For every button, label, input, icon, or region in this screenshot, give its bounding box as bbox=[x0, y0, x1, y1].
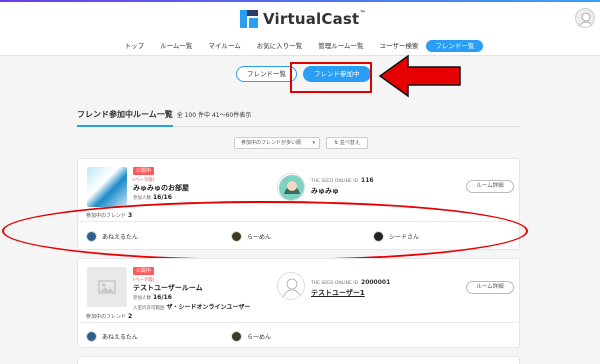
nav-item-my-room[interactable]: マイルーム bbox=[200, 40, 248, 52]
friend-item[interactable]: あねえるたん bbox=[86, 331, 138, 342]
sort-button[interactable]: ⇅ 並べ替え bbox=[326, 137, 368, 149]
user-avatar-icon[interactable] bbox=[575, 8, 595, 28]
room-name: テストユーザールーム bbox=[133, 284, 203, 292]
owner-avatar[interactable] bbox=[277, 272, 305, 300]
room-detail-button[interactable]: ルーム詳細 bbox=[466, 180, 514, 193]
header-accent-line bbox=[0, 0, 600, 2]
virtualcast-logo-icon bbox=[240, 10, 258, 28]
status-badge: 公開中 bbox=[133, 267, 155, 275]
nav-item-favorites[interactable]: お気に入り一覧 bbox=[249, 40, 311, 52]
section-title: フレンド参加中ルーム一覧全 100 件中 41〜60件表示 bbox=[77, 110, 252, 119]
owner-name[interactable]: テストユーザー1 bbox=[311, 288, 365, 298]
nav-item-friend-list[interactable]: フレンド一覧 bbox=[426, 39, 484, 52]
default-user-icon bbox=[282, 278, 302, 299]
room-detail-button[interactable]: ルーム詳細 bbox=[466, 281, 514, 294]
image-placeholder-icon bbox=[98, 280, 116, 294]
room-card: 公開中 (ベータ版) テストユーザールーム 参加人数 16/16 入室の許可範囲ザ… bbox=[77, 258, 521, 348]
nav-item-user-search[interactable]: ユーザー検索 bbox=[372, 40, 427, 52]
owner-id: THE SEED ONLINE ID 116 bbox=[311, 177, 374, 184]
friend-item[interactable]: らーめん bbox=[231, 331, 271, 342]
card-divider bbox=[78, 322, 521, 323]
tab-friend-list[interactable]: フレンド一覧 bbox=[236, 66, 297, 82]
owner-name[interactable]: みゅみゅ bbox=[311, 186, 339, 196]
room-capacity: 参加人数 16/16 bbox=[133, 194, 172, 201]
nav-item-top[interactable]: トップ bbox=[117, 40, 153, 52]
room-card bbox=[77, 356, 520, 364]
nav-item-room-list[interactable]: ルーム一覧 bbox=[152, 40, 200, 52]
room-name: みゅみゅのお部屋 bbox=[133, 184, 189, 192]
section-divider-accent bbox=[77, 125, 173, 127]
room-capacity: 参加人数 16/16 bbox=[133, 294, 172, 301]
status-badge: 公開中 bbox=[133, 167, 155, 175]
room-thumbnail[interactable] bbox=[87, 167, 127, 207]
annotation-arrow-icon bbox=[378, 54, 461, 98]
owner-avatar[interactable] bbox=[277, 173, 305, 201]
room-permission: 入室の許可範囲 ザ・シードオンラインユーザー bbox=[133, 304, 251, 311]
main-nav: トップ ルーム一覧 マイルーム お気に入り一覧 管理ルーム一覧 ユーザー検索 フ… bbox=[0, 36, 600, 56]
nav-item-managed-rooms[interactable]: 管理ルーム一覧 bbox=[310, 40, 371, 52]
joined-friends-label: 参加中のフレンド 2 bbox=[86, 313, 133, 320]
owner-id: THE SEED ONLINE ID 2000001 bbox=[311, 279, 391, 286]
chevron-down-icon: ▾ bbox=[312, 140, 315, 146]
annotation-ellipse bbox=[2, 201, 528, 261]
result-count: 全 100 件中 41〜60件表示 bbox=[176, 112, 252, 119]
logo-text: VirtualCast™ bbox=[263, 10, 366, 28]
room-thumbnail[interactable] bbox=[87, 267, 127, 307]
header: VirtualCast™ bbox=[0, 0, 600, 36]
annotation-highlight-box bbox=[290, 62, 372, 93]
logo[interactable]: VirtualCast™ bbox=[240, 8, 366, 30]
friend-avatar bbox=[231, 331, 242, 342]
sort-select[interactable]: 参加中のフレンドが多い順 ▾ bbox=[234, 137, 320, 149]
friend-avatar bbox=[86, 331, 97, 342]
